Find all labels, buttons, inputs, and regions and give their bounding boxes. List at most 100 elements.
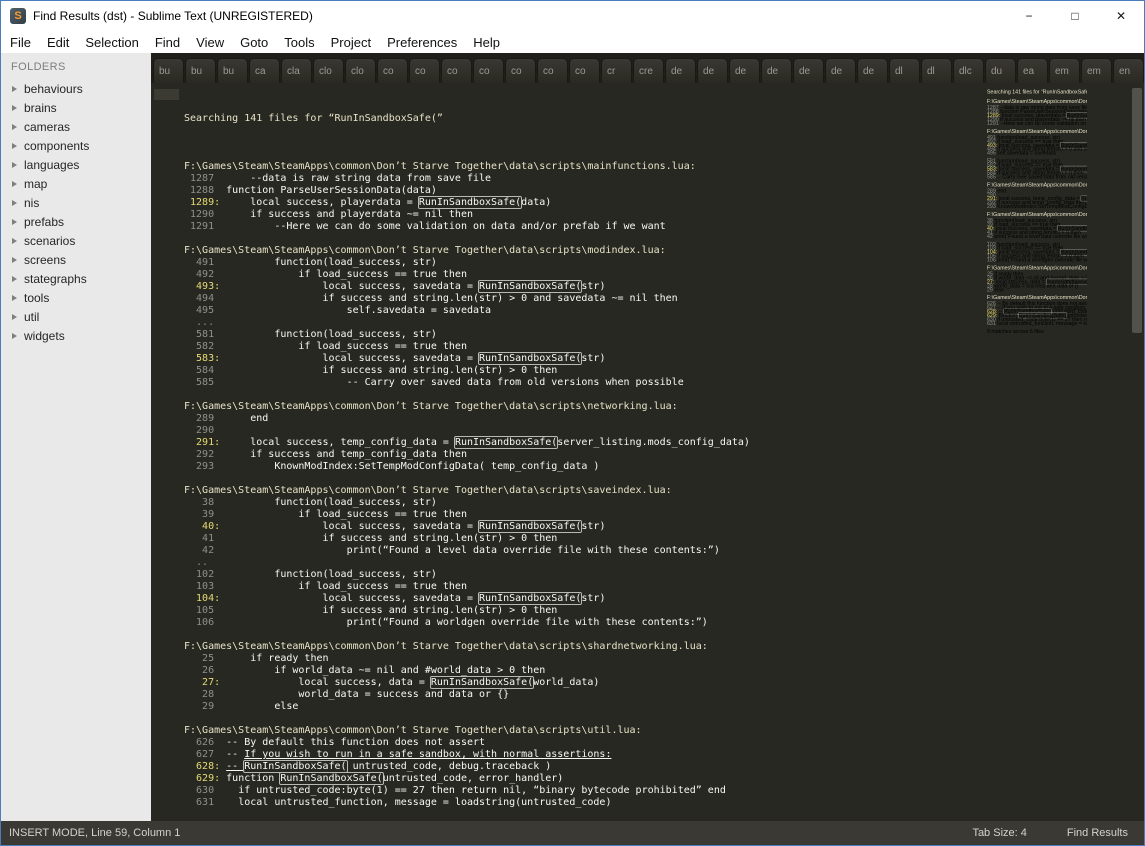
menu-item-edit[interactable]: Edit <box>39 35 77 50</box>
editor-tab-20[interactable]: de <box>793 58 824 83</box>
editor-tab-16[interactable]: de <box>665 58 696 83</box>
result-line[interactable]: 102 function(load_success, str) <box>184 569 1144 581</box>
editor-tab-5[interactable]: clo <box>313 58 344 83</box>
editor-tab-28[interactable]: em <box>1049 58 1080 83</box>
result-line[interactable]: 292 if success and temp_config_data then <box>184 449 1144 461</box>
result-file-path[interactable]: F:\Games\Steam\SteamApps\common\Don’t St… <box>184 641 1144 653</box>
editor-tab-0[interactable]: bu <box>153 58 184 83</box>
editor-tab-6[interactable]: clo <box>345 58 376 83</box>
editor-tab-21[interactable]: de <box>825 58 856 83</box>
editor-tab-13[interactable]: co <box>569 58 600 83</box>
result-file-path[interactable]: F:\Games\Steam\SteamApps\common\Don’t St… <box>184 401 1144 413</box>
sidebar-folder-widgets[interactable]: widgets <box>1 326 151 345</box>
result-line[interactable]: 105 if success and string.len(str) > 0 t… <box>184 605 1144 617</box>
sidebar-folder-cameras[interactable]: cameras <box>1 117 151 136</box>
folder-expand-arrow-icon[interactable] <box>12 142 17 149</box>
editor-tab-4[interactable]: cla <box>281 58 312 83</box>
result-line[interactable]: 40: local success, savedata = RunInSandb… <box>184 521 1144 533</box>
result-file-path[interactable]: F:\Games\Steam\SteamApps\common\Don’t St… <box>184 485 1144 497</box>
folder-expand-arrow-icon[interactable] <box>12 237 17 244</box>
result-line[interactable]: 28 world_data = success and data or {} <box>184 689 1144 701</box>
editor-tab-9[interactable]: co <box>441 58 472 83</box>
editor-tab-15[interactable]: cre <box>633 58 664 83</box>
editor-tab-2[interactable]: bu <box>217 58 248 83</box>
folder-expand-arrow-icon[interactable] <box>12 218 17 225</box>
editor-tab-26[interactable]: du <box>985 58 1016 83</box>
result-line[interactable]: 585 -- Carry over saved data from old ve… <box>184 377 1144 389</box>
editor-tab-11[interactable]: co <box>505 58 536 83</box>
result-line[interactable]: 29 else <box>184 701 1144 713</box>
editor-tab-25[interactable]: dlc <box>953 58 984 83</box>
result-line[interactable]: 628: -- RunInSandboxSafe( untrusted_code… <box>184 761 1144 773</box>
result-line[interactable]: 582 if load_success == true then <box>184 341 1144 353</box>
editor-tab-30[interactable]: en <box>1113 58 1144 83</box>
result-line[interactable]: 631 local untrusted_function, message = … <box>184 797 1144 809</box>
editor-tab-14[interactable]: cr <box>601 58 632 83</box>
sidebar-folder-scenarios[interactable]: scenarios <box>1 231 151 250</box>
vertical-scrollbar[interactable] <box>1131 83 1144 821</box>
folder-expand-arrow-icon[interactable] <box>12 85 17 92</box>
result-line[interactable]: 27: local success, data = RunInSandboxSa… <box>184 677 1144 689</box>
sidebar-folder-prefabs[interactable]: prefabs <box>1 212 151 231</box>
result-line[interactable]: 629: function RunInSandboxSafe(untrusted… <box>184 773 1144 785</box>
sidebar-folder-tools[interactable]: tools <box>1 288 151 307</box>
sidebar-folder-nis[interactable]: nis <box>1 193 151 212</box>
sidebar-folder-util[interactable]: util <box>1 307 151 326</box>
folder-expand-arrow-icon[interactable] <box>12 313 17 320</box>
menu-item-file[interactable]: File <box>2 35 39 50</box>
editor-tab-1[interactable]: bu <box>185 58 216 83</box>
folder-expand-arrow-icon[interactable] <box>12 180 17 187</box>
sidebar-folder-components[interactable]: components <box>1 136 151 155</box>
folder-expand-arrow-icon[interactable] <box>12 294 17 301</box>
menu-item-view[interactable]: View <box>188 35 232 50</box>
editor-tab-3[interactable]: ca <box>249 58 280 83</box>
sidebar-folder-screens[interactable]: screens <box>1 250 151 269</box>
title-bar[interactable]: S Find Results (dst) - Sublime Text (UNR… <box>1 1 1144 31</box>
result-line[interactable]: 104: local success, savedata = RunInSand… <box>184 593 1144 605</box>
editor-tab-24[interactable]: dl <box>921 58 952 83</box>
menu-item-help[interactable]: Help <box>465 35 508 50</box>
result-line[interactable]: 584 if success and string.len(str) > 0 t… <box>184 365 1144 377</box>
result-line[interactable]: 103 if load_success == true then <box>184 581 1144 593</box>
menu-item-project[interactable]: Project <box>323 35 379 50</box>
result-line[interactable]: 42 print(“Found a level data override fi… <box>184 545 1144 557</box>
result-line[interactable]: 626 -- By default this function does not… <box>184 737 1144 749</box>
close-button[interactable]: ✕ <box>1098 1 1144 31</box>
folder-expand-arrow-icon[interactable] <box>12 332 17 339</box>
editor-tab-7[interactable]: co <box>377 58 408 83</box>
result-line[interactable]: 26 if world_data ~= nil and #world_data … <box>184 665 1144 677</box>
result-line[interactable]: 627 -- If you wish to run in a safe sand… <box>184 749 1144 761</box>
result-line[interactable]: 39 if load_success == true then <box>184 509 1144 521</box>
sidebar-folder-stategraphs[interactable]: stategraphs <box>1 269 151 288</box>
sidebar-folder-map[interactable]: map <box>1 174 151 193</box>
sidebar-folder-behaviours[interactable]: behaviours <box>1 79 151 98</box>
result-line[interactable]: 38 function(load_success, str) <box>184 497 1144 509</box>
result-line[interactable]: 583: local success, savedata = RunInSand… <box>184 353 1144 365</box>
scrollbar-thumb[interactable] <box>1132 88 1142 333</box>
find-results-view[interactable]: Searching 141 files for “RunInSandboxSaf… <box>151 83 1144 821</box>
menu-item-selection[interactable]: Selection <box>77 35 146 50</box>
editor-tab-10[interactable]: co <box>473 58 504 83</box>
editor-tab-17[interactable]: de <box>697 58 728 83</box>
result-line[interactable]: 106 print(“Found a worldgen override fil… <box>184 617 1144 629</box>
sidebar-folder-languages[interactable]: languages <box>1 155 151 174</box>
menu-item-find[interactable]: Find <box>147 35 188 50</box>
syntax-indicator[interactable]: Find Results <box>1067 827 1128 839</box>
menu-item-preferences[interactable]: Preferences <box>379 35 465 50</box>
folder-expand-arrow-icon[interactable] <box>12 275 17 282</box>
editor-tab-18[interactable]: de <box>729 58 760 83</box>
minimap[interactable]: Searching 141 files for “RunInSandboxSaf… <box>987 89 1087 339</box>
editor-tab-22[interactable]: de <box>857 58 888 83</box>
folder-expand-arrow-icon[interactable] <box>12 256 17 263</box>
result-line[interactable]: 291: local success, temp_config_data = R… <box>184 437 1144 449</box>
folder-expand-arrow-icon[interactable] <box>12 104 17 111</box>
folder-expand-arrow-icon[interactable] <box>12 161 17 168</box>
menu-item-tools[interactable]: Tools <box>276 35 322 50</box>
editor-tab-19[interactable]: de <box>761 58 792 83</box>
editor-tab-8[interactable]: co <box>409 58 440 83</box>
editor-tab-29[interactable]: em <box>1081 58 1112 83</box>
result-line[interactable]: 41 if success and string.len(str) > 0 th… <box>184 533 1144 545</box>
result-line[interactable]: 630 if untrusted_code:byte(1) == 27 then… <box>184 785 1144 797</box>
editor-tab-27[interactable]: ea <box>1017 58 1048 83</box>
editor-tab-12[interactable]: co <box>537 58 568 83</box>
